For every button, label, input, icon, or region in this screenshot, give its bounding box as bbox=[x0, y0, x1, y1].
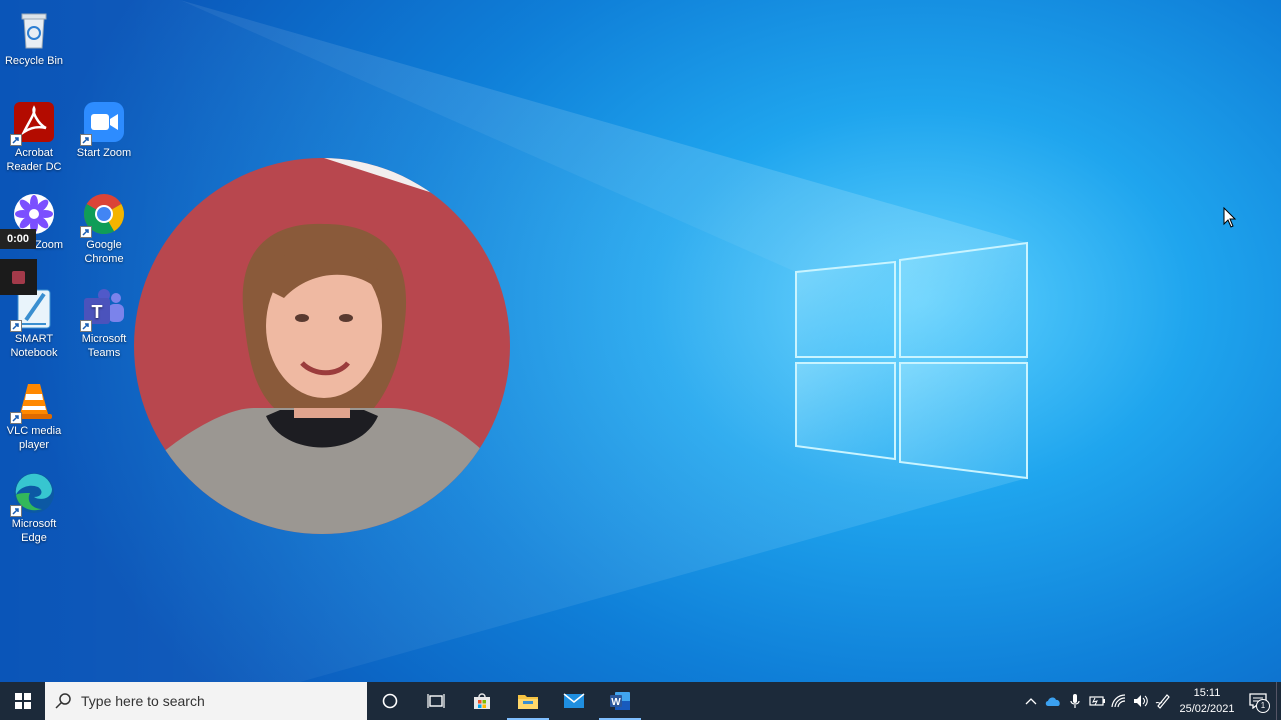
desktop-icon-label: Microsoft Edge bbox=[11, 518, 57, 544]
desktop-icon-recycle-bin[interactable]: Recycle Bin bbox=[0, 8, 70, 68]
clock[interactable]: 15:11 25/02/2021 bbox=[1174, 685, 1240, 717]
task-view-button[interactable] bbox=[413, 682, 459, 720]
volume-tray-button[interactable] bbox=[1130, 682, 1152, 720]
clock-time: 15:11 bbox=[1193, 687, 1221, 699]
task-view-icon bbox=[427, 694, 445, 708]
desktop-icon-label: Google Chrome bbox=[84, 239, 124, 265]
start-button[interactable] bbox=[0, 682, 45, 720]
desktop-icon-label: SMART Notebook bbox=[10, 333, 58, 359]
wifi-icon bbox=[1111, 694, 1126, 708]
mail-icon bbox=[563, 693, 585, 708]
desktop-icon-edge[interactable]: Microsoft Edge bbox=[0, 471, 70, 545]
onedrive-icon bbox=[1045, 697, 1060, 706]
search-box[interactable]: Type here to search bbox=[45, 682, 367, 720]
search-icon bbox=[55, 693, 71, 709]
desktop-icon-vlc[interactable]: VLC media player bbox=[0, 378, 70, 452]
desktop-icon-teams[interactable]: T Microsoft Teams bbox=[68, 286, 140, 360]
notification-count-badge: 1 bbox=[1256, 699, 1270, 713]
desktop-icon-label: Start Zoom bbox=[76, 147, 132, 159]
stop-recording-button[interactable] bbox=[0, 259, 37, 295]
acrobat-icon bbox=[10, 100, 56, 146]
volume-icon bbox=[1134, 695, 1148, 707]
desktop-icon-label: Acrobat Reader DC bbox=[6, 147, 62, 173]
svg-text:T: T bbox=[92, 302, 103, 322]
show-hidden-icons-button[interactable] bbox=[1020, 682, 1042, 720]
desktop-icon-label: VLC media player bbox=[6, 425, 62, 451]
recording-timer: 0:00 bbox=[0, 229, 36, 249]
microphone-tray-button[interactable] bbox=[1064, 682, 1086, 720]
clock-date: 25/02/2021 bbox=[1179, 703, 1235, 715]
battery-icon bbox=[1089, 696, 1105, 706]
desktop: Recycle Bin Acrobat Reader DC Start Zoom… bbox=[0, 0, 1281, 682]
desktop-icon-smart-notebook[interactable]: SMART Notebook bbox=[0, 286, 70, 360]
battery-tray-button[interactable] bbox=[1086, 682, 1108, 720]
mouse-cursor-icon bbox=[1223, 207, 1237, 228]
taskbar: Type here to search W 15:11 25/02/2021 1 bbox=[0, 682, 1281, 720]
windows-logo-icon bbox=[14, 693, 31, 709]
word-icon: W bbox=[610, 692, 630, 710]
search-placeholder: Type here to search bbox=[81, 693, 205, 709]
taskbar-store[interactable] bbox=[459, 682, 505, 720]
store-icon bbox=[474, 693, 490, 709]
chrome-icon bbox=[80, 192, 126, 238]
stop-icon bbox=[12, 271, 25, 284]
desktop-icon-label: Recycle Bin bbox=[4, 55, 64, 67]
taskbar-file-explorer[interactable] bbox=[505, 682, 551, 720]
action-center-button[interactable]: 1 bbox=[1240, 682, 1276, 720]
recycle-bin-icon bbox=[12, 8, 56, 52]
taskbar-word[interactable]: W bbox=[597, 682, 643, 720]
zoom-icon bbox=[80, 100, 126, 146]
cortana-button[interactable] bbox=[367, 682, 413, 720]
show-desktop-button[interactable] bbox=[1276, 682, 1281, 720]
system-tray: 15:11 25/02/2021 1 bbox=[1020, 682, 1281, 720]
onedrive-tray-button[interactable] bbox=[1042, 682, 1064, 720]
desktop-icon-chrome[interactable]: Google Chrome bbox=[68, 192, 140, 266]
vlc-icon bbox=[10, 378, 56, 424]
desktop-icon-acrobat[interactable]: Acrobat Reader DC bbox=[0, 100, 70, 174]
svg-text:W: W bbox=[611, 697, 621, 708]
webcam-bubble[interactable] bbox=[134, 158, 510, 534]
desktop-icon-label: Microsoft Teams bbox=[81, 333, 127, 359]
desktop-icon-start-zoom[interactable]: Start Zoom bbox=[68, 100, 140, 160]
network-tray-button[interactable] bbox=[1108, 682, 1130, 720]
edge-icon bbox=[10, 471, 56, 517]
teams-icon: T bbox=[80, 286, 126, 332]
chevron-up-icon bbox=[1025, 698, 1037, 705]
file-explorer-icon bbox=[518, 695, 538, 709]
taskbar-mail[interactable] bbox=[551, 682, 597, 720]
pen-workspace-icon bbox=[1155, 694, 1170, 709]
microphone-icon bbox=[1070, 694, 1080, 708]
pen-tray-button[interactable] bbox=[1152, 682, 1174, 720]
cortana-icon bbox=[382, 693, 398, 709]
